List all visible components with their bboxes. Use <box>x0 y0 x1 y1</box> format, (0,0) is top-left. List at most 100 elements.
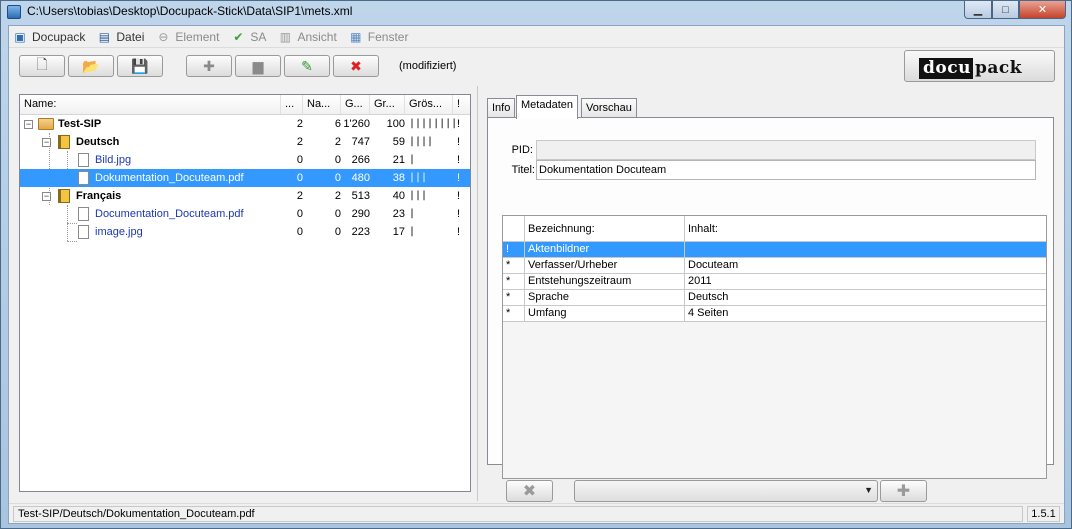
docupack-logo-button[interactable]: docu pack <box>904 50 1055 82</box>
size-bars: |||||||| <box>409 118 458 129</box>
row-inhalt[interactable]: 2011 <box>685 274 1046 290</box>
add-metadata-button[interactable]: ✚ <box>880 480 927 502</box>
column-name[interactable]: Name: <box>20 95 281 114</box>
remove-metadata-button[interactable]: ✖ <box>506 480 553 502</box>
app-window: C:\Users\tobias\Desktop\Docupack-Stick\D… <box>0 0 1072 529</box>
file-icon <box>78 171 89 185</box>
metadata-row-entstehungszeitraum[interactable]: * Entstehungszeitraum 2011 <box>503 274 1046 290</box>
column-ellipsis[interactable]: ... <box>281 95 303 114</box>
menu-element[interactable]: ⊖ Element <box>156 30 219 44</box>
menu-element-label: Element <box>175 29 220 44</box>
column-g[interactable]: G... <box>341 95 370 114</box>
book-icon <box>58 189 70 203</box>
titel-field[interactable]: Dokumentation Docuteam <box>536 160 1036 180</box>
close-button[interactable]: ✕ <box>1019 1 1066 19</box>
plus-icon: ✚ <box>896 483 911 500</box>
tab-metadaten[interactable]: Metadaten <box>516 95 578 119</box>
menu-datei[interactable]: ▤ Datei <box>97 29 145 44</box>
header-bezeichnung[interactable]: Bezeichnung: <box>525 216 685 242</box>
window-list-icon: ▦ <box>350 29 362 44</box>
column-gr[interactable]: Gr... <box>370 95 405 114</box>
cell-col3: 266 <box>351 154 370 166</box>
tree-item-name: Bild.jpg <box>95 154 132 166</box>
metadata-row-verfasser[interactable]: * Verfasser/Urheber Docuteam <box>503 258 1046 274</box>
menu-fenster[interactable]: ▦ Fenster <box>349 29 408 44</box>
sip-tree-panel[interactable]: Name: ... Na... G... Gr... Grös... ! − T… <box>19 94 471 492</box>
cell-col4: 38 <box>392 172 405 184</box>
tab-vorschau[interactable]: Vorschau <box>581 98 637 118</box>
cell-col1: 2 <box>296 136 303 148</box>
column-na[interactable]: Na... <box>303 95 341 114</box>
cell-flag: ! <box>457 190 461 202</box>
collapse-icon[interactable]: − <box>24 120 33 129</box>
menu-ansicht[interactable]: ▥ Ansicht <box>278 29 337 44</box>
cell-col4: 23 <box>392 208 405 220</box>
cell-col1: 2 <box>296 190 303 202</box>
row-inhalt[interactable]: Deutsch <box>685 290 1046 306</box>
add-folder-button[interactable]: ▆ <box>235 55 281 77</box>
tree-row-francais[interactable]: − Français 2 2 513 40 ||| ! <box>20 187 470 205</box>
collapse-icon[interactable]: − <box>42 192 51 201</box>
header-inhalt[interactable]: Inhalt: <box>685 216 1046 242</box>
row-bezeichnung: Sprache <box>525 290 685 306</box>
new-button[interactable]: 🗋 <box>19 55 65 77</box>
cell-col1: 0 <box>296 172 303 184</box>
open-button[interactable]: 📂 <box>68 55 114 77</box>
save-button[interactable]: 💾 <box>117 55 163 77</box>
tree-row-test-sip[interactable]: − Test-SIP 2 6 1'260 100 |||||||| ! <box>20 115 470 133</box>
metadata-table[interactable]: Bezeichnung: Inhalt: ! Aktenbildner * Ve… <box>502 215 1047 479</box>
tree-row-dokumentation-pdf[interactable]: Dokumentation_Docuteam.pdf 0 0 480 38 ||… <box>20 169 470 187</box>
file-icon <box>78 207 89 221</box>
cell-col3: 223 <box>351 226 370 238</box>
pid-field[interactable] <box>536 140 1036 160</box>
cell-col2: 2 <box>334 136 341 148</box>
row-mark: * <box>503 306 525 322</box>
metadata-row-umfang[interactable]: * Umfang 4 Seiten <box>503 306 1046 322</box>
save-disk-icon: 💾 <box>131 57 149 74</box>
cell-col2: 0 <box>334 154 341 166</box>
header-mark-column <box>503 216 525 242</box>
row-inhalt[interactable]: 4 Seiten <box>685 306 1046 322</box>
cell-col3: 480 <box>351 172 370 184</box>
menu-bar: ▣ Docupack ▤ Datei ⊖ Element ✔ SA ▥ Ansi… <box>9 26 1064 48</box>
edit-button[interactable]: ✎ <box>284 55 330 77</box>
menu-ansicht-label: Ansicht <box>297 29 337 44</box>
row-inhalt[interactable] <box>685 242 1046 258</box>
tree-row-documentation-pdf[interactable]: Documentation_Docuteam.pdf 0 0 290 23 | … <box>20 205 470 223</box>
cell-col1: 0 <box>296 208 303 220</box>
column-groesse[interactable]: Grös... <box>405 95 453 114</box>
delete-button[interactable]: ✖ <box>333 55 379 77</box>
status-path: Test-SIP/Deutsch/Dokumentation_Docuteam.… <box>13 506 1023 522</box>
minimize-button[interactable]: ▁ <box>964 1 992 19</box>
tree-connector <box>67 241 77 242</box>
cell-col2: 0 <box>334 172 341 184</box>
add-element-button[interactable]: ✚ <box>186 55 232 77</box>
pid-label: PID: <box>511 144 533 156</box>
docupack-logo: docu pack <box>919 58 1024 79</box>
metadata-element-select[interactable]: ▼ <box>574 480 878 502</box>
collapse-icon[interactable]: − <box>42 138 51 147</box>
row-bezeichnung: Umfang <box>525 306 685 322</box>
chevron-down-icon: ▼ <box>864 485 873 495</box>
metadata-row-aktenbildner[interactable]: ! Aktenbildner <box>503 242 1046 258</box>
x-icon: ✖ <box>522 483 537 500</box>
title-bar[interactable]: C:\Users\tobias\Desktop\Docupack-Stick\D… <box>1 1 1071 23</box>
size-bars: ||| <box>409 172 428 183</box>
tree-row-deutsch[interactable]: − Deutsch 2 2 747 59 |||| ! <box>20 133 470 151</box>
tab-info[interactable]: Info <box>487 98 516 118</box>
cell-flag: ! <box>457 154 461 166</box>
tree-row-bild-jpg[interactable]: Bild.jpg 0 0 266 21 | ! <box>20 151 470 169</box>
pane-splitter[interactable] <box>477 86 480 501</box>
row-mark: * <box>503 258 525 274</box>
metadata-row-sprache[interactable]: * Sprache Deutsch <box>503 290 1046 306</box>
tree-row-image-jpg[interactable]: image.jpg 0 0 223 17 | ! <box>20 223 470 241</box>
menu-datei-label: Datei <box>116 29 145 44</box>
maximize-button[interactable]: □ <box>992 1 1019 19</box>
folder-stack-icon: ▆ <box>252 57 264 74</box>
column-flag[interactable]: ! <box>453 95 470 114</box>
row-inhalt[interactable]: Docuteam <box>685 258 1046 274</box>
menu-sa[interactable]: ✔ SA <box>231 30 266 44</box>
size-bars: | <box>409 226 416 237</box>
cell-col4: 40 <box>392 190 405 202</box>
menu-docupack[interactable]: ▣ Docupack <box>13 30 85 44</box>
